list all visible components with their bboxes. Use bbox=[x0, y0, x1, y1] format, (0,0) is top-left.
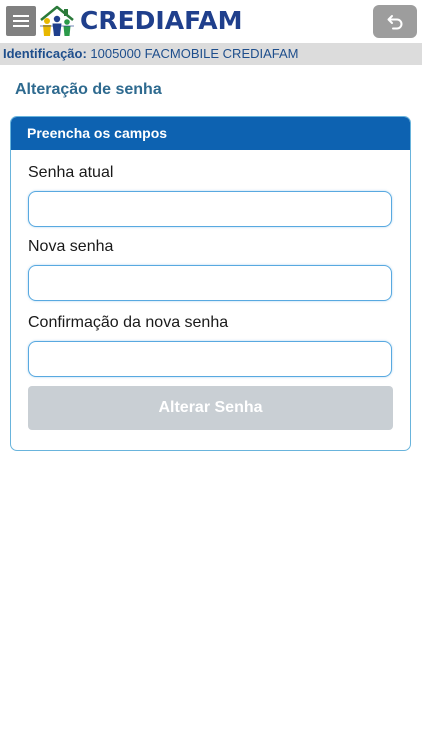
page-title: Alteração de senha bbox=[15, 81, 162, 98]
password-form-panel: Preencha os campos Senha atual Nova senh… bbox=[10, 116, 411, 451]
confirm-password-input[interactable] bbox=[28, 341, 392, 377]
new-password-label: Nova senha bbox=[28, 238, 114, 255]
identification-bar: Identificação: 1005000 FACMOBILE CREDIAF… bbox=[0, 43, 422, 65]
identification-label: Identificação: bbox=[3, 46, 87, 61]
family-house-logo-icon bbox=[40, 5, 74, 36]
back-button[interactable] bbox=[373, 5, 417, 38]
current-password-input[interactable] bbox=[28, 191, 392, 227]
app-header: CREDIAFAM bbox=[0, 0, 422, 42]
brand-name: CREDIAFAM bbox=[80, 6, 243, 35]
brand-logo: CREDIAFAM bbox=[38, 4, 243, 38]
menu-button[interactable] bbox=[6, 6, 36, 36]
new-password-input[interactable] bbox=[28, 265, 392, 301]
identification-value: 1005000 FACMOBILE CREDIAFAM bbox=[90, 46, 299, 61]
change-password-button[interactable]: Alterar Senha bbox=[28, 386, 393, 430]
confirm-password-label: Confirmação da nova senha bbox=[28, 314, 229, 331]
panel-header: Preencha os campos bbox=[11, 117, 410, 150]
hamburger-menu-icon bbox=[13, 15, 29, 27]
current-password-label: Senha atual bbox=[28, 164, 114, 181]
undo-arrow-icon bbox=[387, 14, 403, 29]
